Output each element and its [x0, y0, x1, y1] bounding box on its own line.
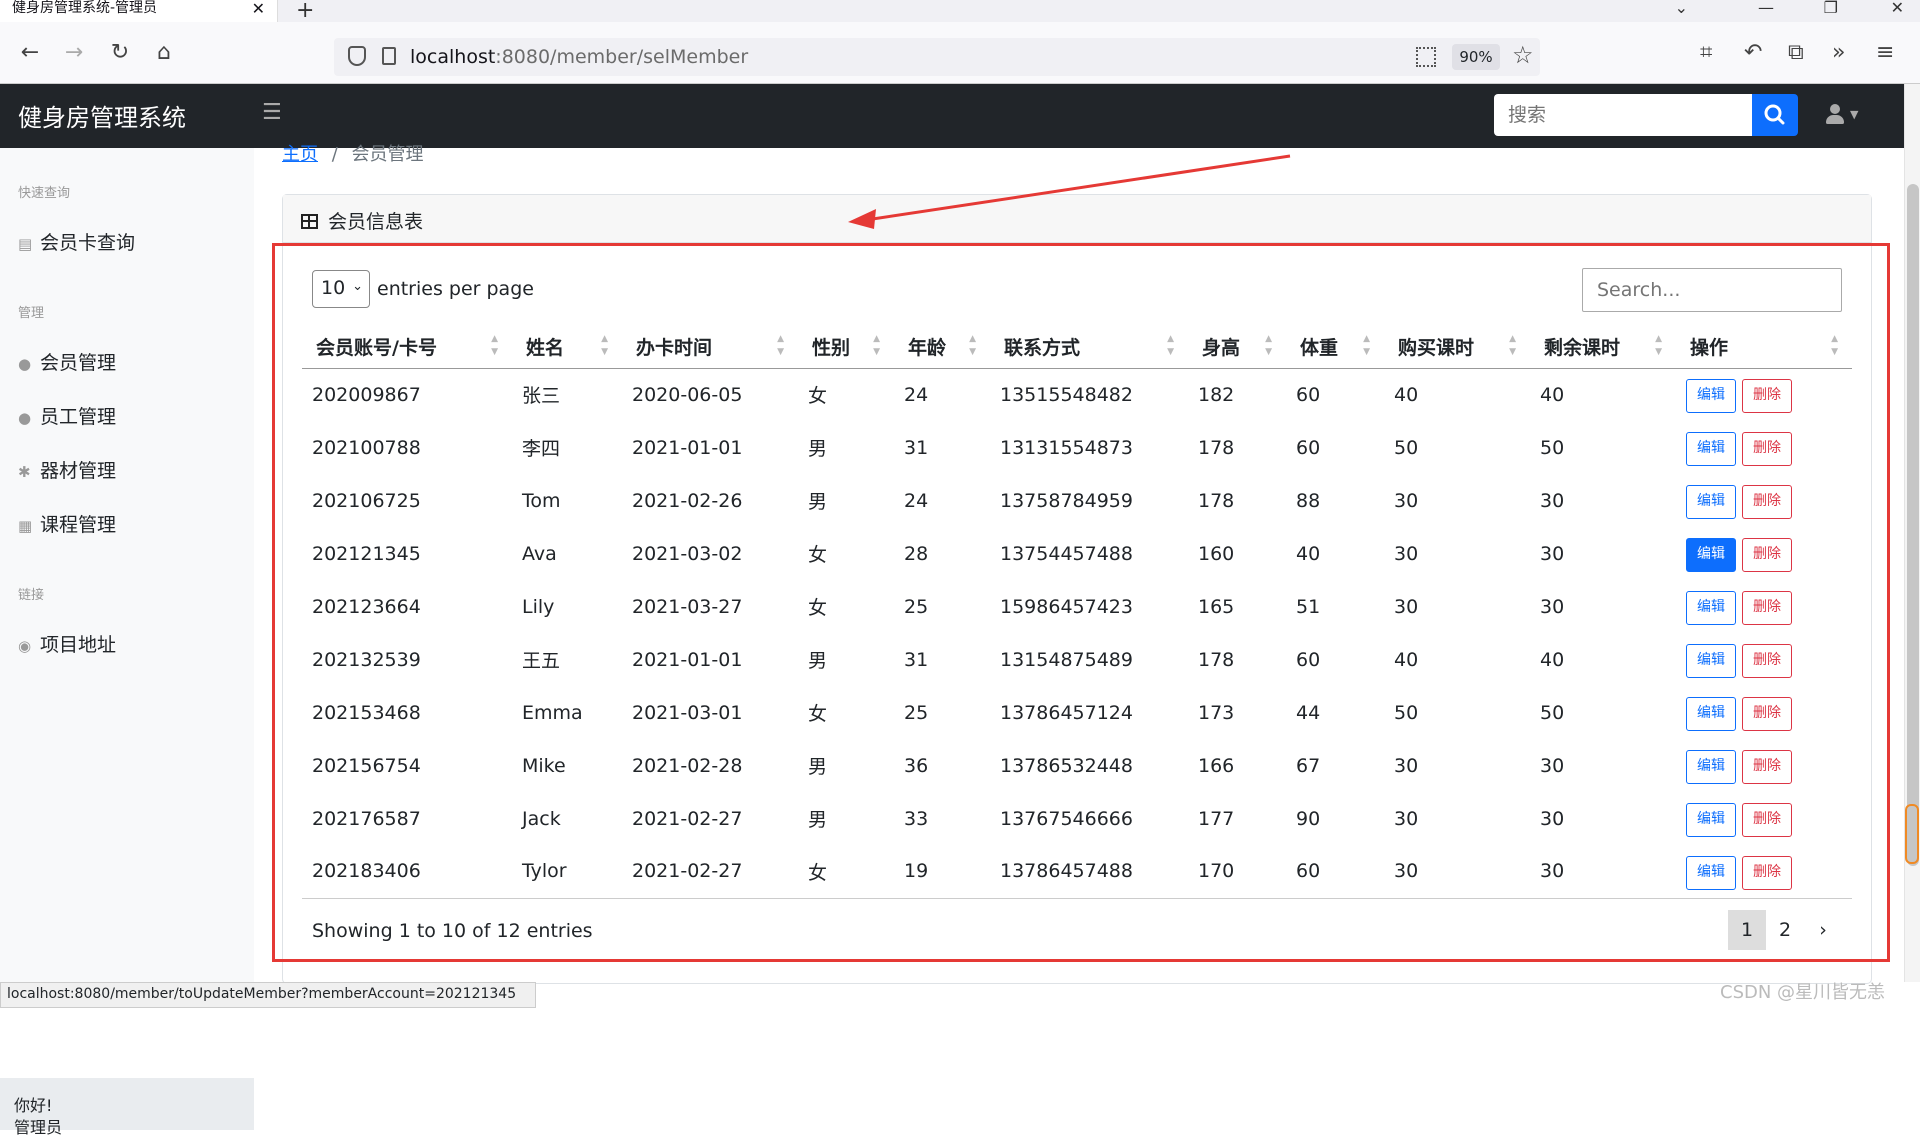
- zoom-level[interactable]: 90%: [1452, 44, 1500, 70]
- forward-icon[interactable]: →: [62, 42, 86, 66]
- bookmark-star-icon[interactable]: ☆: [1512, 41, 1534, 69]
- page-scrollbar[interactable]: [1904, 84, 1920, 982]
- watermark: CSDN @星川皆无恙: [1720, 982, 1886, 1003]
- search-icon: [1764, 104, 1785, 125]
- card-title: 会员信息表: [328, 211, 424, 233]
- breadcrumb: 主页 / 会员管理: [282, 140, 424, 166]
- calendar-icon: ▦: [18, 517, 33, 535]
- user-icon: ●: [18, 355, 32, 373]
- new-tab-button[interactable]: +: [296, 0, 314, 23]
- annotation-highlight-box: [272, 243, 1890, 962]
- app-navbar: 健身房管理系统 ☰ ▼: [0, 84, 1904, 148]
- close-tab-icon[interactable]: ✕: [252, 1, 265, 17]
- greeting: 你好!: [14, 1096, 53, 1115]
- qr-code-icon[interactable]: [1416, 47, 1436, 67]
- extensions-icon[interactable]: ⧉: [1788, 40, 1804, 65]
- restore-icon[interactable]: ❐: [1824, 0, 1838, 17]
- breadcrumb-current: 会员管理: [351, 144, 424, 165]
- equipment-icon: ✱: [18, 463, 31, 481]
- home-icon[interactable]: ⌂: [152, 42, 176, 66]
- sidebar-heading-manage: 管理: [18, 306, 45, 321]
- overflow-icon[interactable]: »: [1832, 40, 1845, 65]
- menu-icon[interactable]: ≡: [1876, 40, 1894, 65]
- user-icon: [1830, 104, 1840, 114]
- user-menu[interactable]: ▼: [1824, 104, 1868, 128]
- close-window-icon[interactable]: ✕: [1891, 0, 1904, 17]
- sidebar-item-project[interactable]: ◉ 项目地址: [18, 630, 116, 657]
- sidebar-toggle-icon[interactable]: ☰: [262, 100, 282, 125]
- sidebar-heading-quick: 快速查询: [18, 186, 71, 201]
- sidebar-heading-links: 链接: [18, 588, 45, 603]
- sidebar-item-courses[interactable]: ▦ 课程管理: [18, 510, 116, 537]
- sidebar-item-card-query[interactable]: ▤ 会员卡查询: [18, 228, 135, 255]
- id-card-icon: ▤: [18, 235, 33, 253]
- user-role: 管理员: [14, 1118, 63, 1137]
- browser-tab[interactable]: 健身房管理系统-管理员 ✕: [0, 0, 278, 22]
- app-brand[interactable]: 健身房管理系统: [18, 98, 186, 133]
- url-text[interactable]: localhost:8080/member/selMember: [410, 46, 748, 68]
- navbar-search-button[interactable]: [1752, 94, 1798, 136]
- browser-toolbar: ← → ↻ ⌂ localhost:8080/member/selMember …: [0, 22, 1920, 84]
- browser-tabstrip: 健身房管理系统-管理员 ✕ + ⌄ — ❐ ✕: [0, 0, 1920, 23]
- sidebar: 快速查询 ▤ 会员卡查询 管理 ● 会员管理 ● 员工管理 ✱ 器材管理 ▦ 课程管理 链…: [0, 148, 254, 1137]
- minimize-icon[interactable]: —: [1758, 0, 1774, 17]
- browser-status-url: localhost:8080/member/toUpdateMember?mem…: [0, 982, 536, 1008]
- list-tabs-icon[interactable]: ⌄: [1675, 0, 1688, 17]
- sidebar-item-staff[interactable]: ● 员工管理: [18, 402, 116, 429]
- sidebar-footer: 你好! 管理员: [0, 1078, 254, 1137]
- back-icon[interactable]: ←: [18, 42, 42, 66]
- reload-icon[interactable]: ↻: [108, 42, 132, 66]
- card-header: 会员信息表: [283, 195, 1871, 243]
- tab-title: 健身房管理系统-管理员: [12, 0, 158, 16]
- navbar-search-input[interactable]: [1494, 94, 1752, 136]
- screenshot-icon[interactable]: ⌗: [1700, 40, 1712, 65]
- page-icon[interactable]: [382, 47, 396, 65]
- sidebar-item-members[interactable]: ● 会员管理: [18, 348, 116, 375]
- table-icon: [301, 214, 318, 229]
- undo-icon[interactable]: ↶: [1744, 40, 1762, 65]
- user-tie-icon: ●: [18, 409, 32, 427]
- sidebar-item-equipment[interactable]: ✱ 器材管理: [18, 456, 116, 483]
- shield-icon[interactable]: [348, 46, 366, 66]
- breadcrumb-separator: /: [331, 144, 338, 165]
- github-icon: ◉: [18, 637, 32, 655]
- breadcrumb-home-link[interactable]: 主页: [282, 144, 318, 165]
- caret-down-icon: ▼: [1850, 108, 1859, 121]
- address-bar[interactable]: localhost:8080/member/selMember 90% ☆: [334, 38, 1540, 76]
